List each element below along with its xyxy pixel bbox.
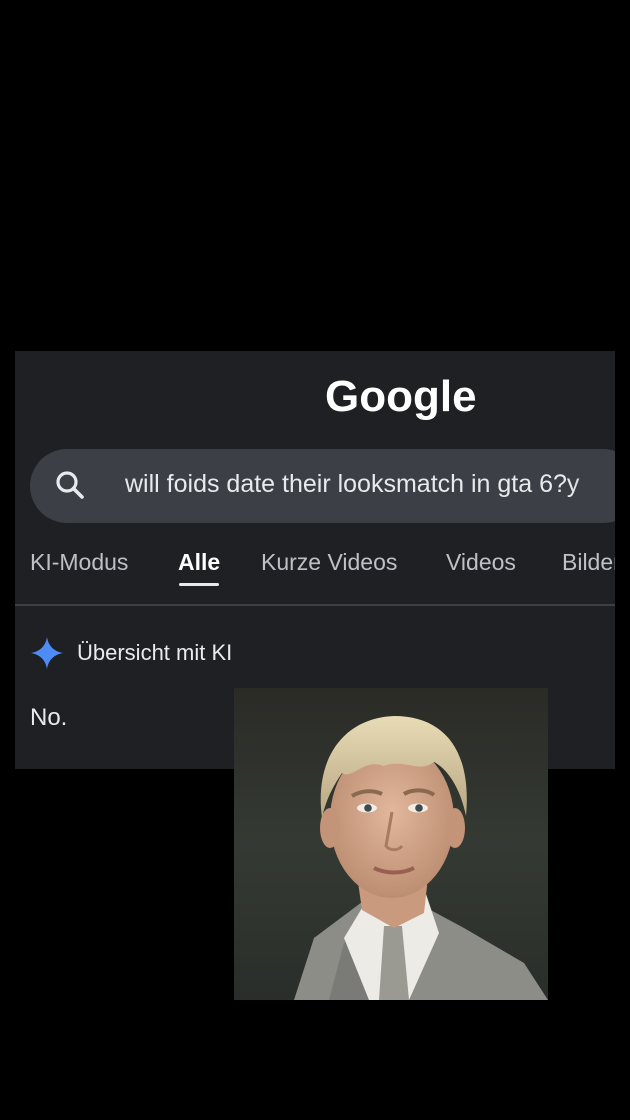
search-query-fade: [570, 449, 615, 523]
tab-alle[interactable]: Alle: [178, 549, 220, 576]
active-tab-indicator: [179, 583, 219, 586]
google-logo[interactable]: Google: [325, 369, 485, 425]
search-query[interactable]: will foids date their looksmatch in gta …: [125, 470, 579, 499]
search-tabs: KI-Modus Alle Kurze Videos Videos Bilder: [15, 543, 615, 593]
svg-text:Google: Google: [325, 372, 477, 421]
tabs-divider: [15, 604, 615, 606]
ai-overview-heading: Übersicht mit KI: [77, 640, 233, 665]
search-icon[interactable]: [54, 469, 86, 501]
sparkle-icon: [31, 637, 63, 669]
portrait-photo: [234, 688, 548, 1000]
tab-kurze-videos[interactable]: Kurze Videos: [261, 549, 397, 576]
search-bar[interactable]: will foids date their looksmatch in gta …: [30, 449, 615, 523]
tab-ki-modus[interactable]: KI-Modus: [30, 549, 128, 576]
tab-bilder[interactable]: Bilder: [562, 549, 615, 576]
tab-videos[interactable]: Videos: [446, 549, 516, 576]
ai-overview-answer: No.: [30, 704, 68, 731]
